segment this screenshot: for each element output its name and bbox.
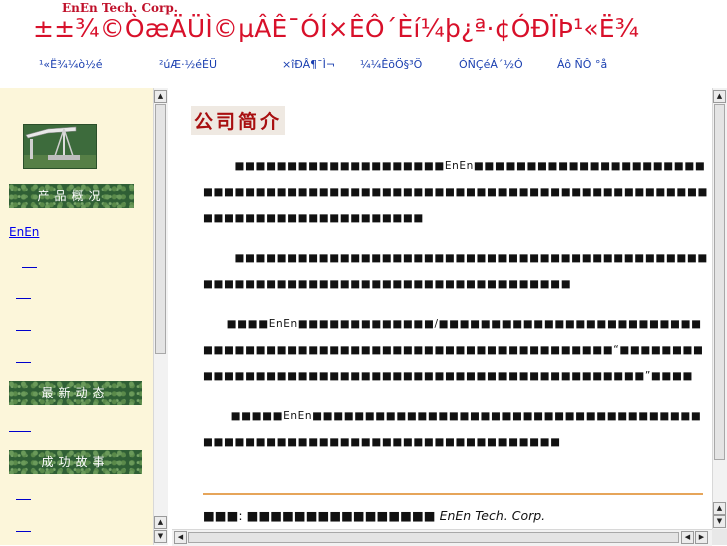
scrollbar-corner (712, 529, 727, 545)
nav-link-about[interactable]: ¹«Ë¾¼ò½é (39, 58, 103, 71)
arrow-up-icon: ▲ (716, 92, 723, 100)
arrow-up-icon: ▲ (157, 92, 164, 100)
arrow-left-icon: ◀ (177, 533, 184, 541)
intro-paragraph-4: ■■■■■EnEn■■■■■■■■■■■■■■■■■■■■■■■■■■■■■■■… (203, 410, 702, 448)
section-news: 最新动态 (9, 381, 142, 405)
intro-paragraph-2: ■■■■■■■■■■■■■■■■■■■■■■■■■■■■■■■■■■■■■■■■… (203, 252, 708, 290)
nav-link-products[interactable]: ²úÆ·½éÉÜ (159, 58, 217, 71)
corp-name: EnEn Tech. Corp. (62, 1, 178, 15)
section-products: 产品概况 (9, 184, 134, 208)
main-vertical-scrollbar[interactable]: ▲ ▲ ▼ (712, 88, 727, 529)
footer-divider (203, 493, 703, 495)
scroll-up-button[interactable]: ▲ (154, 90, 167, 103)
oil-pump-logo (23, 124, 97, 169)
main-scroll-down-button[interactable]: ▼ (713, 515, 726, 528)
news-link-1[interactable] (9, 431, 31, 432)
footer-label: ■■■: (203, 508, 243, 523)
main-scroll-thumb[interactable] (714, 104, 725, 460)
story-link-2[interactable] (16, 531, 31, 532)
site-title: ±±¾©ÒæÄÜÌ©µÂÊ¯ÓÍ×ÊÔ´Èí¼þ¿ª·¢ÓÐÏÞ¹«Ë¾ (33, 14, 640, 43)
main-scroll-up-button[interactable]: ▲ (713, 90, 726, 103)
intro-paragraph-3: ■■■■EnEn■■■■■■■■■■■■■/■■■■■■■■■■■■■■■■■■… (203, 318, 704, 382)
arrow-down-icon: ▼ (157, 532, 164, 540)
scroll-left-button[interactable]: ◀ (174, 531, 187, 544)
intro-paragraph-1: ■■■■■■■■■■■■■■■■■■■■EnEn■■■■■■■■■■■■■■■■… (203, 160, 708, 224)
footer-line: ■■■: ■■■■■■■■■■■■■■■■ EnEn Tech. Corp. (203, 508, 545, 523)
nav-link-friends[interactable]: ÓÑÇéÁ´½Ó (459, 58, 523, 71)
product-link-enen[interactable]: EnEn (9, 225, 39, 239)
oil-pump-icon (24, 125, 96, 168)
main-frame: 公司简介 ■■■■■■■■■■■■■■■■■■■■EnEn■■■■■■■■■■■… (172, 88, 712, 529)
scroll-right-button[interactable]: ▶ (695, 531, 708, 544)
product-link-2[interactable] (16, 298, 31, 299)
main-scroll-up-button-lower[interactable]: ▲ (713, 502, 726, 515)
arrow-right-icon: ▶ (698, 533, 705, 541)
scroll-down-button[interactable]: ▼ (154, 530, 167, 543)
product-link-4[interactable] (16, 362, 31, 363)
scroll-up-button-lower[interactable]: ▲ (154, 516, 167, 529)
footer-corp: EnEn Tech. Corp. (439, 508, 546, 523)
scroll-thumb[interactable] (155, 104, 166, 354)
product-link-3[interactable] (16, 330, 31, 331)
site-header: EnEn Tech. Corp. ±±¾©ÒæÄÜÌ©µÂÊ¯ÓÍ×ÊÔ´Èí¼… (0, 0, 727, 88)
nav-link-news[interactable]: ×îÐÂ¶¯Ì¬ (282, 58, 335, 71)
horizontal-scroll-thumb[interactable] (188, 532, 679, 543)
scroll-left-button-right[interactable]: ◀ (681, 531, 694, 544)
nav-link-guestbook[interactable]: Áô ÑÔ °å (557, 58, 607, 71)
left-frame-content: 产品概况 EnEn 最新动态 成功故事 (0, 88, 153, 545)
arrow-up-icon: ▲ (716, 504, 723, 512)
arrow-down-icon: ▼ (716, 517, 723, 525)
footer-text: ■■■■■■■■■■■■■■■■ (246, 508, 436, 523)
main-horizontal-scrollbar[interactable]: ◀ ◀ ▶ (172, 529, 712, 546)
arrow-up-icon: ▲ (157, 518, 164, 526)
section-success-stories: 成功故事 (9, 450, 142, 474)
story-link-1[interactable] (16, 499, 31, 500)
page-heading: 公司简介 (191, 106, 286, 135)
left-frame: 产品概况 EnEn 最新动态 成功故事 ▲ ▲ ▼ (0, 88, 168, 545)
left-vertical-scrollbar[interactable]: ▲ ▲ ▼ (153, 88, 168, 545)
arrow-left-icon: ◀ (684, 533, 691, 541)
product-link-1[interactable] (22, 267, 37, 268)
nav-link-support[interactable]: ¼¼ÊõÖ§³Ö (360, 58, 422, 71)
